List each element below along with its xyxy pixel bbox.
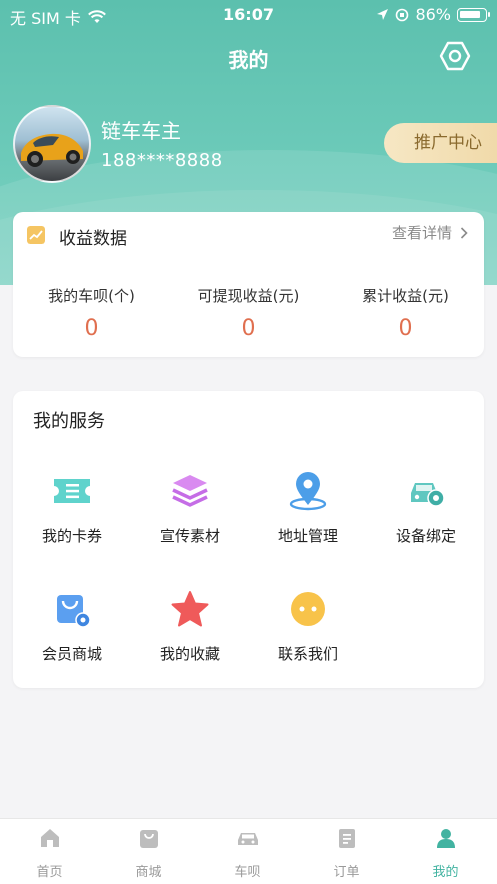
tab-orders[interactable]: 订单 [297,827,396,880]
user-icon [436,829,455,848]
shopping-bag-icon [57,595,91,628]
service-label: 联系我们 [277,645,338,663]
chat-bubble-icon [291,592,325,626]
service-promo-materials[interactable]: 宣传素材 [131,471,249,546]
tab-label: 首页 [36,865,63,880]
stat-label: 可提现收益(元) [197,287,300,305]
stat-withdrawable-earnings[interactable]: 可提现收益(元) 0 [170,285,327,341]
order-icon [338,829,355,848]
location-arrow-icon [377,9,389,20]
earnings-title: 收益数据 [59,229,127,249]
tab-label: 订单 [333,865,360,880]
service-address-management[interactable]: 地址管理 [249,471,367,546]
tab-mine[interactable]: 我的 [396,827,495,880]
service-label: 我的收藏 [159,645,220,663]
stat-value: 0 [84,316,99,341]
service-label: 我的卡券 [41,527,102,545]
services-title: 我的服务 [33,411,105,432]
chart-trend-icon [27,226,45,244]
location-pin-icon [289,472,327,511]
battery-percent: 86% [415,5,451,24]
bottom-tab-bar: 首页 商城 车呗 订单 我的 [0,818,497,884]
shop-icon [139,830,158,848]
service-label: 设备绑定 [395,527,456,545]
tab-car[interactable]: 车呗 [198,827,297,880]
service-label: 会员商城 [41,645,102,663]
phone-number: 188****8888 [101,150,223,171]
chevron-right-icon [460,226,468,239]
tab-mall[interactable]: 商城 [99,827,198,880]
username: 链车车主 [101,119,181,143]
avatar[interactable] [13,105,91,183]
stat-value: 0 [398,316,413,341]
service-label: 地址管理 [277,527,338,545]
orientation-lock-icon [396,8,409,21]
ticket-icon [54,479,90,503]
status-bar: 无 SIM 卡 16:07 86% [0,0,497,30]
car-photo-image [21,133,83,167]
view-details-link[interactable]: 查看详情 [392,222,468,243]
stat-value: 0 [241,316,256,341]
service-member-mall[interactable]: 会员商城 [13,589,131,664]
service-label: 宣传素材 [159,527,220,545]
earnings-card: 收益数据 查看详情 我的车呗(个) 0 可提现收益(元) 0 累计收益(元) 0 [13,212,484,357]
service-my-coupons[interactable]: 我的卡券 [13,471,131,546]
stat-total-earnings[interactable]: 累计收益(元) 0 [327,285,484,341]
tab-label: 商城 [135,865,162,880]
tab-home[interactable]: 首页 [0,827,99,880]
home-icon [40,829,59,847]
stat-label: 我的车呗(个) [48,287,135,305]
tab-label: 车呗 [234,865,261,880]
stat-car-count[interactable]: 我的车呗(个) 0 [13,285,170,341]
service-my-favorites[interactable]: 我的收藏 [131,589,249,664]
service-device-binding[interactable]: 设备绑定 [367,471,485,546]
car-icon [237,833,258,845]
settings-hexagon-icon[interactable] [439,40,471,72]
services-card: 我的服务 我的卡券 宣传素材 地址管理 设备绑定 会员商城 我的收藏 联系我们 [13,391,484,688]
battery-icon [457,7,490,22]
view-details-label: 查看详情 [391,224,452,242]
service-contact-us[interactable]: 联系我们 [249,589,367,664]
tab-label: 我的 [432,865,459,880]
layers-icon [172,475,208,507]
promotion-center-button[interactable]: 推广中心 [384,123,497,163]
page-title: 我的 [228,48,269,72]
star-icon [171,591,209,627]
stat-label: 累计收益(元) [362,287,449,305]
car-device-icon [411,483,445,507]
